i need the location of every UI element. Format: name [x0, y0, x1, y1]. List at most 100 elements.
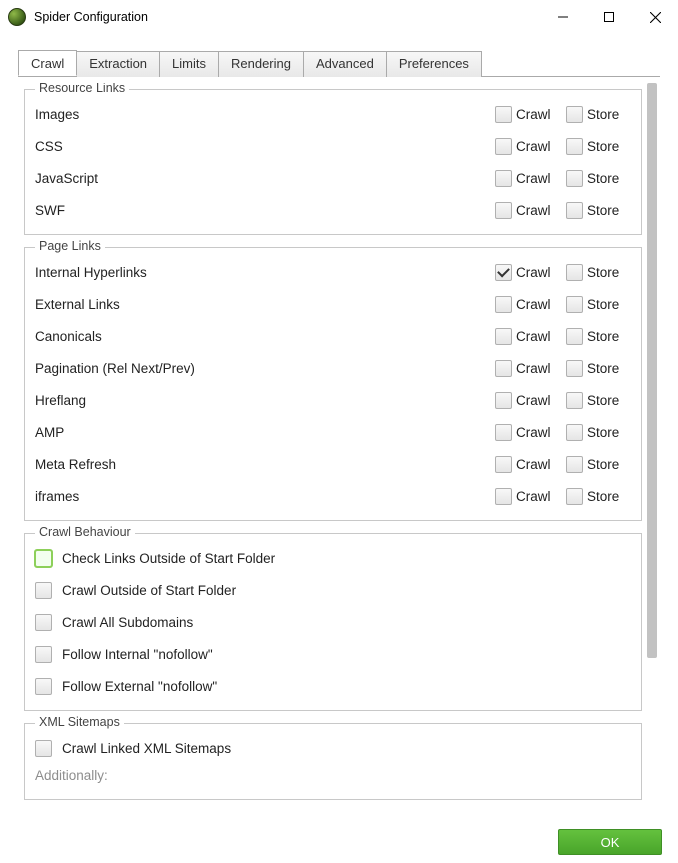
option-label: JavaScript	[35, 171, 489, 186]
store-checkbox[interactable]	[566, 456, 583, 473]
store-label: Store	[587, 489, 627, 504]
store-checkbox[interactable]	[566, 392, 583, 409]
option-row: SWFCrawlStore	[35, 194, 631, 226]
crawl-label: Crawl	[516, 203, 556, 218]
crawl-checkbox[interactable]	[495, 392, 512, 409]
crawl-store-pair: Crawl Store	[489, 264, 631, 281]
behaviour-checkbox[interactable]	[35, 678, 52, 695]
crawl-label: Crawl	[516, 329, 556, 344]
option-row: JavaScriptCrawlStore	[35, 162, 631, 194]
window-controls	[540, 2, 678, 32]
behaviour-label: Check Links Outside of Start Folder	[62, 551, 275, 566]
behaviour-row: Crawl All Subdomains	[35, 606, 631, 638]
store-checkbox[interactable]	[566, 296, 583, 313]
crawl-checkbox[interactable]	[495, 296, 512, 313]
group-title-page-links: Page Links	[35, 239, 105, 253]
scrollbar-thumb[interactable]	[647, 83, 657, 658]
maximize-button[interactable]	[586, 2, 632, 32]
group-crawl-behaviour: Crawl Behaviour Check Links Outside of S…	[24, 533, 642, 711]
scrollbar[interactable]	[646, 83, 658, 820]
option-label: Internal Hyperlinks	[35, 265, 489, 280]
behaviour-row: Follow Internal "nofollow"	[35, 638, 631, 670]
window-title: Spider Configuration	[34, 10, 148, 24]
option-label: External Links	[35, 297, 489, 312]
crawl-store-pair: CrawlStore	[489, 328, 631, 345]
footer: OK	[0, 821, 678, 863]
store-checkbox[interactable]	[566, 360, 583, 377]
group-title-crawl-behaviour: Crawl Behaviour	[35, 525, 135, 539]
tab-extraction[interactable]: Extraction	[77, 51, 160, 77]
store-checkbox[interactable]	[566, 138, 583, 155]
crawl-label: Crawl	[516, 139, 556, 154]
crawl-store-pair: Crawl Store	[489, 488, 631, 505]
store-label: Store	[587, 107, 627, 122]
crawl-checkbox[interactable]	[495, 202, 512, 219]
crawl-checkbox[interactable]	[495, 106, 512, 123]
crawl-label: Crawl	[516, 265, 556, 280]
app-icon	[8, 8, 26, 26]
behaviour-row: Follow External "nofollow"	[35, 670, 631, 702]
crawl-store-pair: CrawlStore	[489, 296, 631, 313]
crawl-label: Crawl	[516, 425, 556, 440]
option-row: CSS Crawl Store	[35, 130, 631, 162]
crawl-label: Crawl	[516, 107, 556, 122]
tab-panel-crawl: Resource Links ImagesCrawlStoreCSSCrawlS…	[18, 77, 660, 820]
option-row: iframes Crawl Store	[35, 480, 631, 512]
tabstrip: CrawlExtractionLimitsRenderingAdvancedPr…	[18, 50, 660, 77]
behaviour-row: Crawl Linked XML Sitemaps	[35, 732, 631, 764]
tab-rendering[interactable]: Rendering	[219, 51, 304, 77]
tab-preferences[interactable]: Preferences	[387, 51, 482, 77]
ok-button[interactable]: OK	[558, 829, 662, 855]
close-icon	[650, 12, 661, 23]
minimize-button[interactable]	[540, 2, 586, 32]
crawl-checkbox[interactable]	[495, 170, 512, 187]
crawl-label: Crawl	[516, 297, 556, 312]
crawl-store-pair: CrawlStore	[489, 360, 631, 377]
crawl-checkbox[interactable]	[495, 424, 512, 441]
crawl-store-pair: CrawlStore	[489, 456, 631, 473]
store-label: Store	[587, 393, 627, 408]
store-checkbox[interactable]	[566, 170, 583, 187]
behaviour-label: Follow Internal "nofollow"	[62, 647, 213, 662]
behaviour-label: Crawl Linked XML Sitemaps	[62, 741, 231, 756]
behaviour-checkbox[interactable]	[35, 550, 52, 567]
store-checkbox[interactable]	[566, 424, 583, 441]
option-row: AMPCrawlStore	[35, 416, 631, 448]
crawl-label: Crawl	[516, 489, 556, 504]
store-checkbox[interactable]	[566, 106, 583, 123]
option-label: Hreflang	[35, 393, 489, 408]
crawl-store-pair: CrawlStore	[489, 202, 631, 219]
behaviour-checkbox[interactable]	[35, 614, 52, 631]
store-label: Store	[587, 139, 627, 154]
crawl-checkbox[interactable]	[495, 264, 512, 281]
option-label: CSS	[35, 139, 489, 154]
option-label: AMP	[35, 425, 489, 440]
tab-limits[interactable]: Limits	[160, 51, 219, 77]
store-checkbox[interactable]	[566, 488, 583, 505]
crawl-checkbox[interactable]	[495, 456, 512, 473]
crawl-store-pair: CrawlStore	[489, 424, 631, 441]
option-label: SWF	[35, 203, 489, 218]
tab-advanced[interactable]: Advanced	[304, 51, 387, 77]
tab-crawl[interactable]: Crawl	[18, 50, 77, 76]
crawl-checkbox[interactable]	[495, 488, 512, 505]
crawl-checkbox[interactable]	[495, 328, 512, 345]
crawl-label: Crawl	[516, 457, 556, 472]
store-label: Store	[587, 265, 627, 280]
store-checkbox[interactable]	[566, 202, 583, 219]
close-button[interactable]	[632, 2, 678, 32]
behaviour-checkbox[interactable]	[35, 646, 52, 663]
store-checkbox[interactable]	[566, 264, 583, 281]
option-label: Canonicals	[35, 329, 489, 344]
crawl-checkbox[interactable]	[495, 360, 512, 377]
behaviour-checkbox[interactable]	[35, 582, 52, 599]
store-checkbox[interactable]	[566, 328, 583, 345]
option-row: Meta RefreshCrawlStore	[35, 448, 631, 480]
behaviour-checkbox[interactable]	[35, 740, 52, 757]
crawl-checkbox[interactable]	[495, 138, 512, 155]
behaviour-label: Crawl All Subdomains	[62, 615, 193, 630]
crawl-store-pair: Crawl Store	[489, 106, 631, 123]
option-row: External LinksCrawlStore	[35, 288, 631, 320]
behaviour-row: Crawl Outside of Start Folder	[35, 574, 631, 606]
option-label: iframes	[35, 489, 489, 504]
